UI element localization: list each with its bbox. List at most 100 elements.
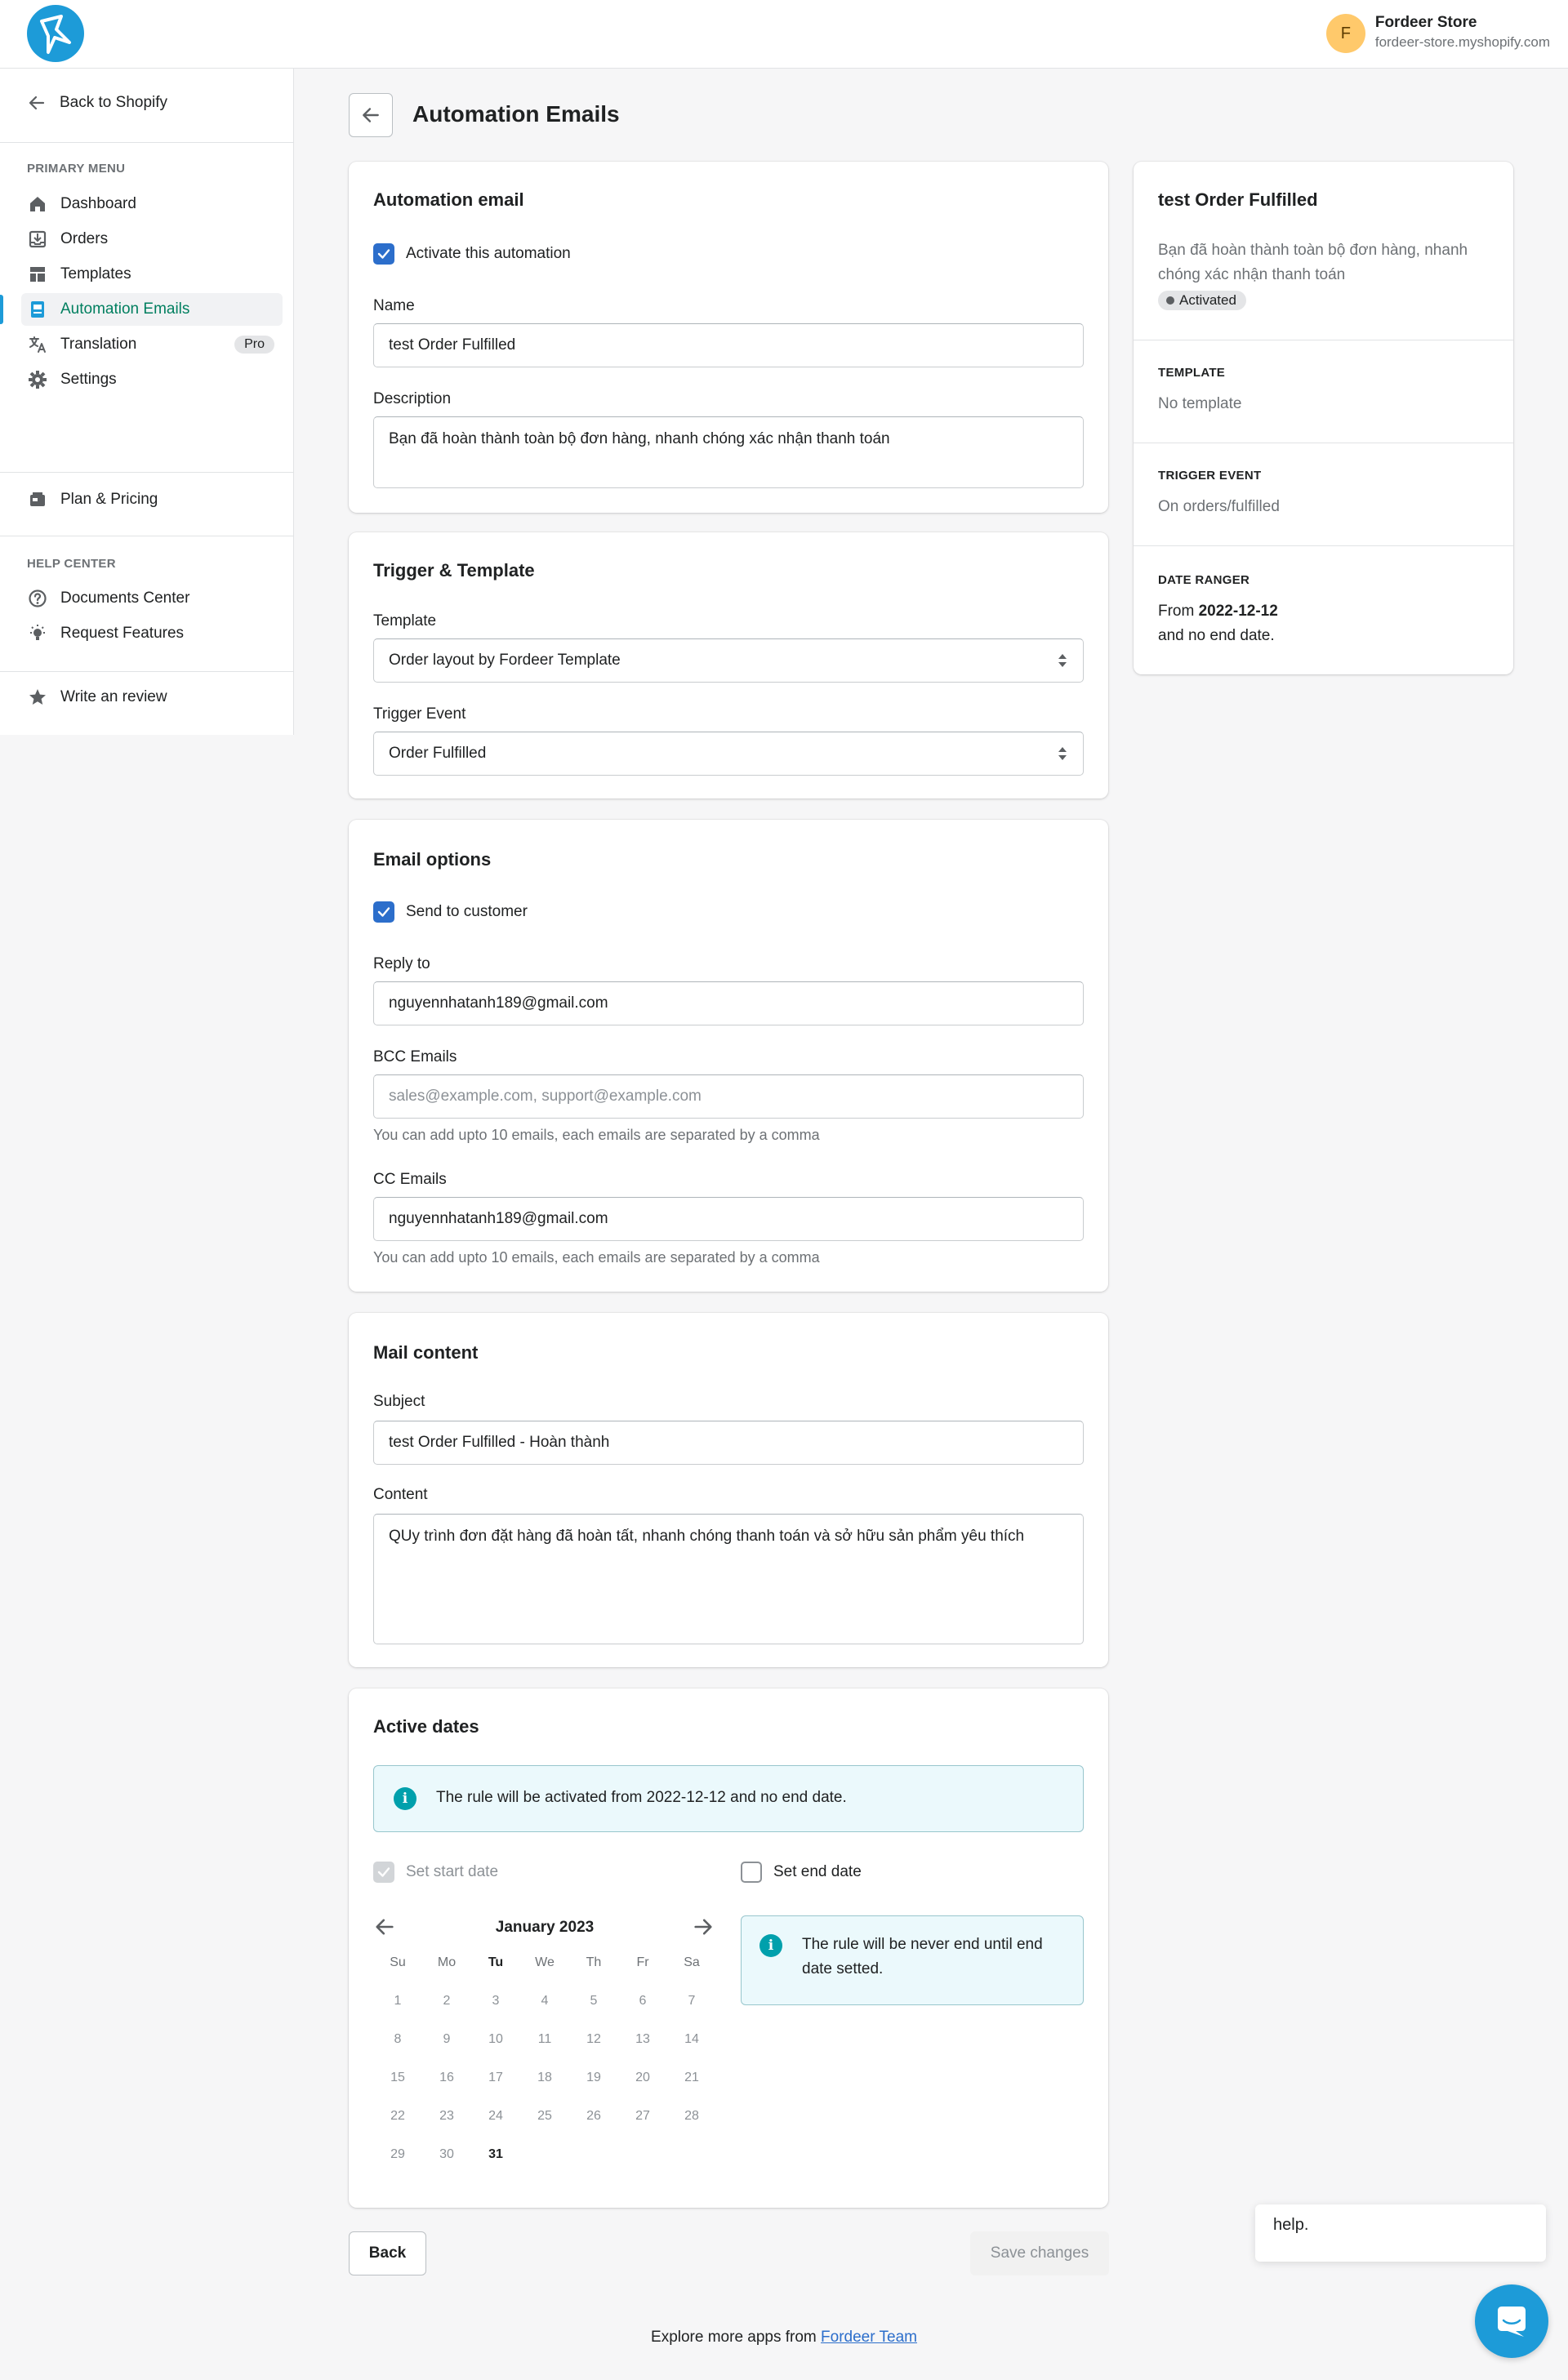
save-changes-button[interactable]: Save changes	[970, 2231, 1109, 2275]
subject-input[interactable]: test Order Fulfilled - Hoàn thành	[373, 1421, 1084, 1465]
back-to-shopify-link[interactable]: Back to Shopify	[27, 93, 167, 113]
calendar-day[interactable]: 10	[471, 2023, 520, 2056]
name-input[interactable]: test Order Fulfilled	[373, 323, 1084, 367]
checkbox-box[interactable]	[373, 1862, 394, 1883]
page-back-button[interactable]	[349, 93, 393, 137]
primary-menu-heading: PRIMARY MENU	[27, 162, 126, 176]
summary-trigger-heading: TRIGGER EVENT	[1158, 469, 1262, 483]
calendar-day[interactable]: 9	[422, 2023, 471, 2056]
checkmark-icon	[377, 249, 390, 259]
trigger-event-select-value: Order Fulfilled	[389, 745, 487, 762]
calendar: January 2023 Su Mo Tu We Th Fr Sa 1 2 3 4 5 6 7 8 9 10 11…	[373, 1914, 716, 2191]
sidebar-item-orders[interactable]: Orders	[21, 223, 283, 256]
templates-icon	[30, 267, 45, 282]
fordeer-team-link[interactable]: Fordeer Team	[821, 2329, 917, 2346]
checkbox-box[interactable]	[373, 243, 394, 265]
calendar-day[interactable]: 5	[569, 1985, 618, 2017]
calendar-day[interactable]: 1	[373, 1985, 422, 2017]
store-domain: fordeer-store.myshopify.com	[1374, 34, 1550, 50]
calendar-day[interactable]: 3	[471, 1985, 520, 2017]
checkmark-icon	[377, 1867, 390, 1877]
calendar-day[interactable]: 24	[471, 2100, 520, 2133]
calendar-next-month-icon[interactable]	[692, 1915, 715, 1938]
set-start-date-checkbox[interactable]: Set start date	[373, 1862, 498, 1883]
app-logo-icon[interactable]	[27, 5, 84, 62]
checkbox-label: Send to customer	[406, 903, 528, 920]
sidebar-item-documents-center[interactable]: Documents Center	[21, 582, 283, 615]
calendar-day[interactable]: 14	[667, 2023, 716, 2056]
send-to-customer-checkbox[interactable]: Send to customer	[373, 901, 528, 923]
activate-automation-checkbox[interactable]: Activate this automation	[373, 243, 571, 265]
summary-description: Bạn đã hoàn thành toàn bộ đơn hàng, nhan…	[1158, 242, 1468, 283]
content-textarea[interactable]: QUy trình đơn đặt hàng đã hoàn tất, nhan…	[373, 1514, 1084, 1644]
card-title: Automation email	[373, 189, 524, 210]
calendar-day[interactable]: 21	[667, 2062, 716, 2094]
calendar-weekday: Th	[586, 1955, 602, 1969]
translate-icon	[29, 336, 46, 353]
trigger-event-select[interactable]: Order Fulfilled	[373, 732, 1084, 776]
bcc-emails-input[interactable]: sales@example.com, support@example.com	[373, 1074, 1084, 1119]
sidebar-item-automation-emails[interactable]: Automation Emails	[0, 293, 283, 326]
reply-to-label: Reply to	[373, 955, 430, 972]
calendar-day[interactable]: 2	[422, 1985, 471, 2017]
calendar-day[interactable]: 30	[422, 2138, 471, 2171]
calendar-day[interactable]: 13	[618, 2023, 667, 2056]
calendar-day[interactable]: 8	[373, 2023, 422, 2056]
calendar-weekday: Sa	[684, 1955, 700, 1969]
calendar-day[interactable]: 26	[569, 2100, 618, 2133]
sidebar-item-settings[interactable]: Settings	[21, 363, 283, 396]
back-button[interactable]: Back	[349, 2231, 426, 2275]
checkbox-box[interactable]	[741, 1862, 762, 1883]
calendar-weekday: Tu	[488, 1955, 504, 1969]
sidebar-divider	[0, 142, 294, 143]
calendar-day[interactable]: 19	[569, 2062, 618, 2094]
checkmark-icon	[377, 907, 390, 917]
sidebar-item-plan-pricing[interactable]: Plan & Pricing	[21, 483, 283, 516]
summary-date-end: and no end date.	[1158, 627, 1275, 644]
sidebar-item-translation[interactable]: Translation Pro	[21, 328, 283, 361]
sidebar-item-write-review[interactable]: Write an review	[21, 681, 283, 714]
calendar-grid: Su Mo Tu We Th Fr Sa 1 2 3 4 5 6 7 8 9 10 11 12 13 14 15 16 17 1…	[373, 1946, 716, 2191]
summary-trigger-value: On orders/fulfilled	[1158, 498, 1280, 515]
template-select[interactable]: Order layout by Fordeer Template	[373, 638, 1084, 683]
summary-date-from: From 2022-12-12	[1158, 603, 1278, 621]
orders-icon	[29, 230, 47, 248]
calendar-day[interactable]: 6	[618, 1985, 667, 2017]
calendar-day[interactable]: 23	[422, 2100, 471, 2133]
cc-emails-input[interactable]: nguyennhatanh189@gmail.com	[373, 1197, 1084, 1241]
calendar-day[interactable]: 7	[667, 1985, 716, 2017]
bcc-help-text: You can add upto 10 emails, each emails …	[373, 1127, 820, 1143]
calendar-day[interactable]: 28	[667, 2100, 716, 2133]
calendar-day[interactable]: 4	[520, 1985, 569, 2017]
summary-template-heading: TEMPLATE	[1158, 366, 1226, 380]
calendar-day[interactable]: 16	[422, 2062, 471, 2094]
footer: Explore more apps from Fordeer Team	[0, 2329, 1568, 2347]
store-switcher[interactable]: F Fordeer Store fordeer-store.myshopify.…	[1325, 14, 1550, 55]
calendar-day[interactable]: 17	[471, 2062, 520, 2094]
calendar-day[interactable]: 15	[373, 2062, 422, 2094]
calendar-day[interactable]: 18	[520, 2062, 569, 2094]
reply-to-input[interactable]: nguyennhatanh189@gmail.com	[373, 981, 1084, 1025]
chat-launcher-button[interactable]	[1475, 2284, 1548, 2358]
description-textarea[interactable]: Bạn đã hoàn thành toàn bộ đơn hàng, nhan…	[373, 416, 1084, 488]
set-end-date-checkbox[interactable]: Set end date	[741, 1862, 862, 1883]
calendar-day[interactable]: 22	[373, 2100, 422, 2133]
calendar-day[interactable]: 27	[618, 2100, 667, 2133]
sidebar-item-label: Dashboard	[60, 195, 136, 212]
sidebar-item-label: Write an review	[60, 688, 167, 705]
calendar-day[interactable]: 12	[569, 2023, 618, 2056]
sidebar-item-dashboard[interactable]: Dashboard	[21, 188, 283, 220]
calendar-day[interactable]: 31	[471, 2138, 520, 2171]
sidebar-item-label: Plan & Pricing	[60, 491, 158, 508]
chat-icon	[1498, 2307, 1526, 2337]
cc-help-text: You can add upto 10 emails, each emails …	[373, 1249, 820, 1266]
sidebar-item-request-features[interactable]: Request Features	[21, 617, 283, 650]
sidebar-item-templates[interactable]: Templates	[21, 258, 283, 291]
checkbox-box[interactable]	[373, 901, 394, 923]
chat-popup[interactable]: help.	[1255, 2204, 1546, 2262]
calendar-day[interactable]: 11	[520, 2023, 569, 2056]
calendar-day[interactable]: 25	[520, 2100, 569, 2133]
calendar-day[interactable]: 29	[373, 2138, 422, 2171]
calendar-day[interactable]: 20	[618, 2062, 667, 2094]
card-title: Trigger & Template	[373, 560, 535, 581]
